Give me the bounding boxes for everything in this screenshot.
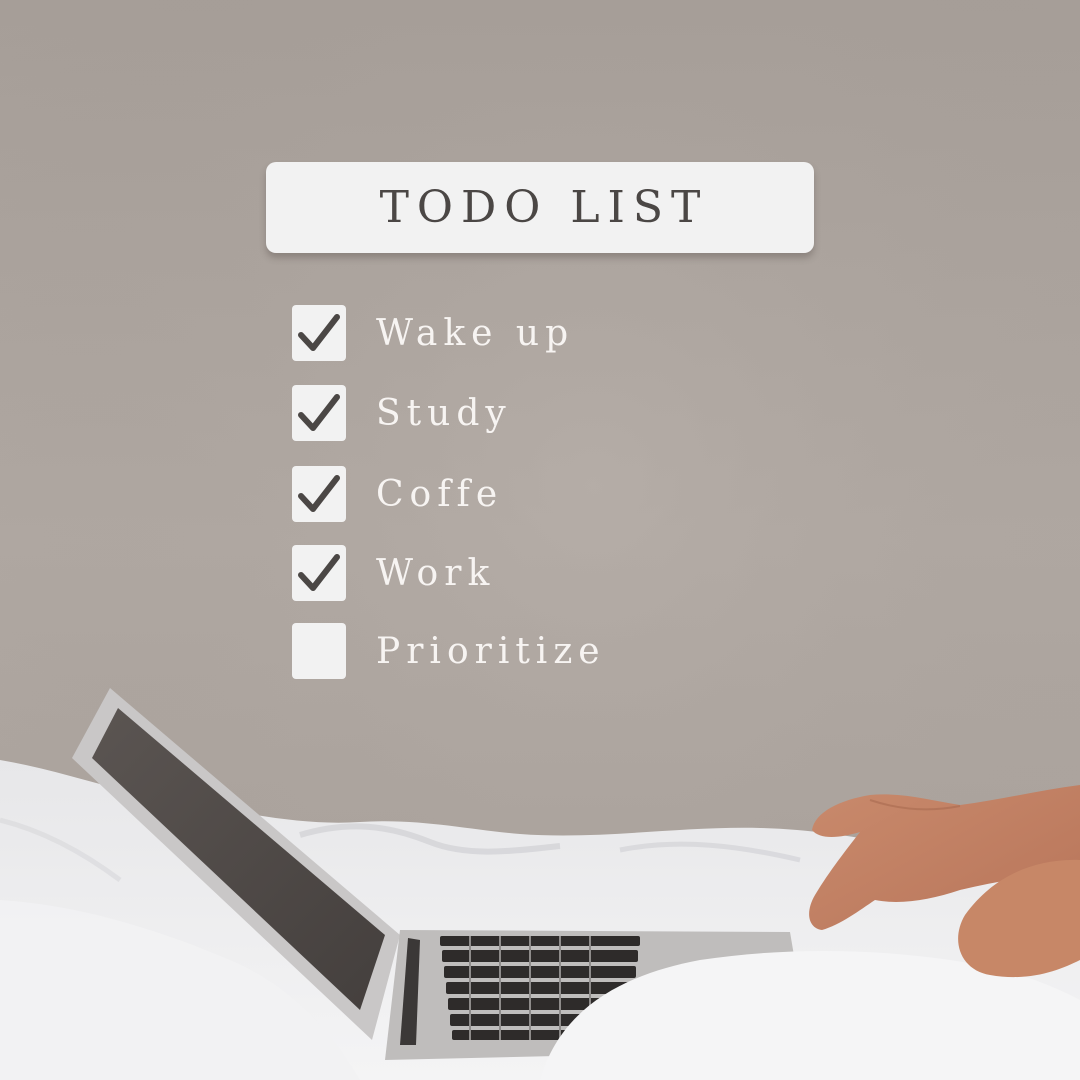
checkbox-checked[interactable] <box>292 545 346 601</box>
todo-label: Wake up <box>376 312 575 354</box>
todo-item-wake-up[interactable]: Wake up <box>292 305 574 361</box>
checkbox-checked[interactable] <box>292 466 346 522</box>
checkbox-checked[interactable] <box>292 305 346 361</box>
todo-label: Study <box>376 392 512 434</box>
checkmark-icon <box>298 475 340 512</box>
todo-label: Prioritize <box>376 630 606 672</box>
todo-item-prioritize[interactable]: Prioritize <box>292 623 606 679</box>
checkbox-unchecked[interactable] <box>292 623 346 679</box>
title-card: TODO LIST <box>266 162 814 253</box>
todo-item-coffe[interactable]: Coffe <box>292 466 503 522</box>
todo-item-study[interactable]: Study <box>292 385 512 441</box>
title: TODO LIST <box>379 182 709 233</box>
todo-label: Coffe <box>376 473 504 515</box>
todo-item-work[interactable]: Work <box>292 545 495 601</box>
checkbox-checked[interactable] <box>292 385 346 441</box>
checkmark-icon <box>298 554 340 591</box>
todo-label: Work <box>376 552 496 594</box>
checkmark-icon <box>298 314 340 351</box>
checkmark-icon <box>298 394 340 431</box>
